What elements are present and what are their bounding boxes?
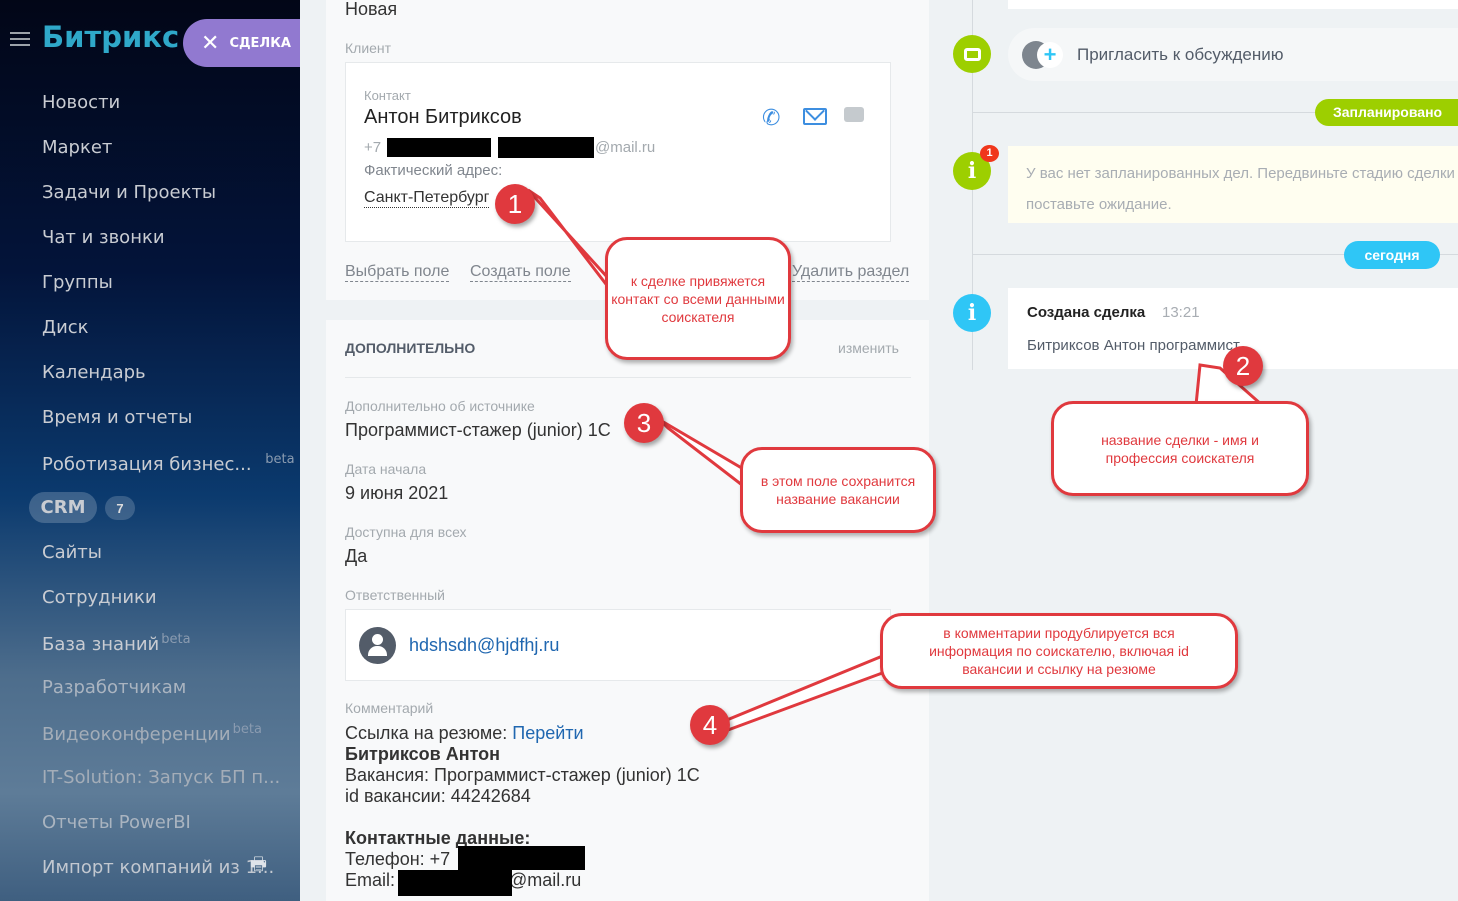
- annotation-callout-1: к сделке привяжется контакт со всеми дан…: [605, 237, 791, 360]
- pointer-3: [658, 418, 747, 488]
- annotation-number-2: 2: [1223, 346, 1263, 386]
- annotation-callout-3: в этом поле сохранится название вакансии: [740, 447, 936, 533]
- annotation-number-1: 1: [495, 184, 535, 224]
- annotation-callout-2: название сделки - имя и профессия соиска…: [1051, 401, 1309, 496]
- annotation-number-4: 4: [690, 705, 730, 745]
- pointer-1: [526, 188, 614, 293]
- pointer-4: [719, 652, 887, 732]
- annotation-number-3: 3: [624, 403, 664, 443]
- annotation-callout-4: в комментарии продублируется вся информа…: [880, 613, 1238, 689]
